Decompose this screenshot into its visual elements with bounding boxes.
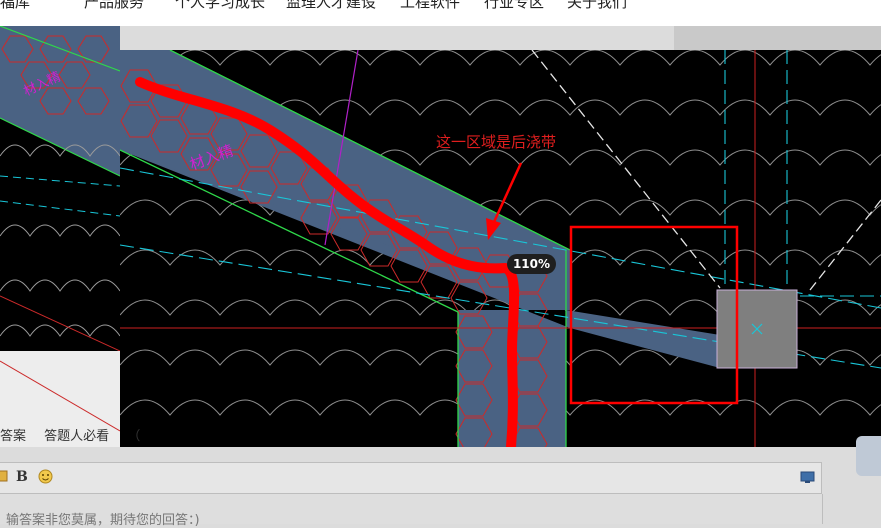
cad-screenshot-background: 材入精 <box>0 26 120 351</box>
insert-image-icon[interactable] <box>0 469 8 487</box>
nav-item-about[interactable]: 关于我们 <box>567 0 627 12</box>
tab-answer[interactable]: 答案 <box>0 429 26 444</box>
thread-tabs: 答案 答题人必看 （ <box>0 425 154 444</box>
fullscreen-icon[interactable] <box>800 471 815 488</box>
editor-toolbar: B <box>0 462 822 494</box>
answer-placeholder: 输答案非您莫属，期待您的回答：) <box>6 513 200 528</box>
top-navigation: 福库 产品服务 个人学习成长 监理人才建设 工程软件 行业专区 关于我们 <box>0 0 881 26</box>
emoji-icon[interactable] <box>38 469 53 488</box>
right-panel-strip <box>674 26 881 50</box>
cad-screenshot: 材入精 <box>120 50 881 447</box>
tab-answerer-guide[interactable]: 答题人必看 <box>44 429 109 444</box>
nav-item-software[interactable]: 工程软件 <box>400 0 460 12</box>
nav-logo-text: 福库 <box>0 0 31 11</box>
tab-more[interactable]: （ <box>127 429 140 444</box>
nav-item-industry[interactable]: 行业专区 <box>484 0 544 12</box>
nav-item-talent[interactable]: 监理人才建设 <box>286 0 376 12</box>
bold-button[interactable]: B <box>16 469 28 485</box>
nav-item-learning[interactable]: 个人学习成长 <box>175 0 265 12</box>
answer-input[interactable]: 输答案非您莫属，期待您的回答：) <box>0 494 823 528</box>
annotation-text: 这一区域是后浇带 <box>436 133 557 151</box>
nav-item-products[interactable]: 产品服务 <box>84 0 144 12</box>
side-scroll-tab[interactable] <box>856 436 881 476</box>
zoom-level-badge: 110% <box>507 254 556 274</box>
